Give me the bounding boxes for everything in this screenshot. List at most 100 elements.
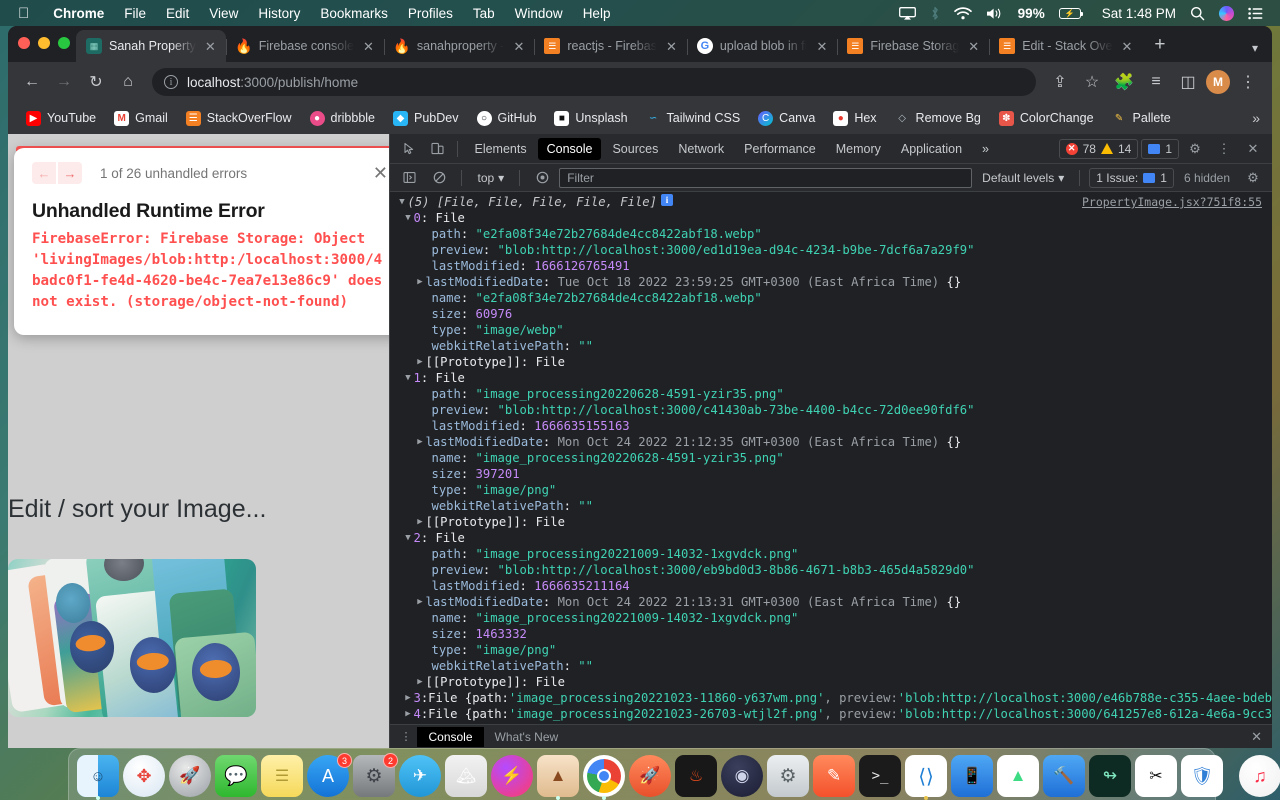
tab-close-icon[interactable]: ✕ (203, 38, 218, 55)
close-icon[interactable]: ✕ (1251, 729, 1272, 745)
more-tabs-icon[interactable]: » (973, 138, 998, 160)
arrow-right-icon[interactable]: → (58, 162, 82, 184)
disclosure-triangle-icon[interactable]: ▶ (414, 514, 425, 530)
console-object-row[interactable]: ▼ 2: File (390, 530, 1272, 546)
menu-item-tab[interactable]: Tab (463, 6, 505, 21)
tab-sources[interactable]: Sources (603, 138, 667, 160)
menu-item-chrome[interactable]: Chrome (43, 6, 114, 21)
disclosure-triangle-icon[interactable]: ▶ (402, 706, 413, 722)
console-prop-row[interactable]: ▶ lastModifiedDate: Mon Oct 24 2022 21:13… (390, 594, 1272, 610)
siri-icon[interactable] (1212, 5, 1241, 21)
home-icon[interactable]: ⌂ (114, 68, 142, 96)
drawer-tab-whats-new[interactable]: What's New (484, 727, 570, 747)
figma-icon[interactable]: ♨ (675, 755, 717, 797)
menubar-clock[interactable]: Sat 1:48 PM (1088, 6, 1183, 21)
bookmark-unsplash[interactable]: ■ Unsplash (546, 107, 635, 130)
apple-icon[interactable]:  (18, 6, 29, 21)
tab-firebase-console[interactable]: 🔥 Firebase console ✕ (225, 30, 384, 62)
telegram-icon[interactable]: ✈ (399, 755, 441, 797)
disclosure-triangle-icon[interactable]: ▶ (414, 354, 425, 370)
new-tab-button[interactable]: + (1142, 34, 1177, 62)
tab-sanahproperty[interactable]: 🔥 sanahproperty - ✕ (383, 30, 534, 62)
android-studio-icon[interactable]: ▲ (997, 755, 1039, 797)
disclosure-triangle-icon[interactable]: ▶ (414, 594, 425, 610)
reading-list-icon[interactable]: ≡ (1142, 68, 1170, 96)
tab-memory[interactable]: Memory (827, 138, 890, 160)
close-icon[interactable]: ✕ (1240, 137, 1266, 161)
source-link[interactable]: PropertyImage.jsx?751f8:55 (1082, 194, 1262, 210)
airplay-icon[interactable] (892, 6, 923, 20)
tab-performance[interactable]: Performance (735, 138, 825, 160)
tab-console[interactable]: Console (537, 137, 602, 160)
disclosure-triangle-icon[interactable]: ▶ (414, 434, 425, 450)
address-bar[interactable]: i localhost:3000/publish/home (152, 68, 1036, 96)
tab-close-icon[interactable]: ✕ (664, 38, 679, 55)
info-badge-icon[interactable]: i (660, 194, 673, 206)
star-icon[interactable]: ☆ (1078, 68, 1106, 96)
vscode-icon[interactable]: ⟨⟩ (905, 755, 947, 800)
maximize-window-button[interactable] (58, 37, 70, 49)
live-expression-icon[interactable] (529, 166, 555, 190)
gear-icon[interactable]: ⚙ (1240, 166, 1266, 190)
volume-icon[interactable] (979, 7, 1011, 20)
menu-item-file[interactable]: File (114, 6, 156, 21)
system-settings-icon[interactable]: ⚙ 2 (353, 753, 398, 797)
close-icon[interactable]: ✕ (373, 164, 388, 182)
console-object-row[interactable]: ▶ 3: File {path: 'image_processing2022102… (390, 690, 1272, 706)
back-arrow-icon[interactable]: ← (18, 68, 46, 96)
drawer-tab-console[interactable]: Console (417, 726, 484, 747)
menu-item-profiles[interactable]: Profiles (398, 6, 463, 21)
bookmark-pubdev[interactable]: ◆ PubDev (385, 107, 466, 130)
menu-item-help[interactable]: Help (573, 6, 621, 21)
tab-close-icon[interactable]: ✕ (814, 38, 829, 55)
tab-firebase-storage[interactable]: ☰ Firebase Storag ✕ (837, 30, 989, 62)
issues-badge[interactable]: 1 Issue: 1 (1089, 167, 1174, 188)
reload-icon[interactable]: ↻ (82, 68, 110, 96)
disclosure-triangle-icon[interactable]: ▼ (402, 370, 413, 386)
tab-application[interactable]: Application (892, 138, 971, 160)
messenger-icon[interactable]: ⚡ (491, 755, 533, 797)
sketch-icon[interactable]: ✎ (813, 755, 855, 797)
bookmark-youtube[interactable]: ▶ YouTube (18, 107, 104, 130)
close-window-button[interactable] (18, 37, 30, 49)
tab-sanah-property[interactable]: ▦ Sanah Property ✕ (76, 30, 226, 62)
control-center-icon[interactable] (1241, 7, 1270, 20)
notes-icon[interactable]: ☰ (261, 755, 303, 797)
console-prop-row[interactable]: ▶ [[Prototype]]: File (390, 354, 1272, 370)
bookmark-removebg[interactable]: ◇ Remove Bg (887, 107, 989, 130)
capcut-icon[interactable]: ✂ (1135, 755, 1177, 797)
menu-item-bookmarks[interactable]: Bookmarks (310, 6, 398, 21)
console-prop-row[interactable]: ▶ [[Prototype]]: File (390, 514, 1272, 530)
menu-item-view[interactable]: View (199, 6, 248, 21)
console-object-row[interactable]: ▼ 0: File (390, 210, 1272, 226)
tab-close-icon[interactable]: ✕ (1120, 38, 1135, 55)
console-prop-row[interactable]: ▶ [[Prototype]]: File (390, 674, 1272, 690)
message-count-box[interactable]: 1 (1141, 138, 1179, 159)
xcode-simulator-icon[interactable]: 📱 (951, 755, 993, 797)
kebab-menu-icon[interactable]: ⋮ (1211, 137, 1237, 161)
bookmark-github[interactable]: ○ GitHub (469, 107, 545, 130)
execution-context-selector[interactable]: top ▾ (471, 169, 510, 187)
disclosure-triangle-icon[interactable]: ▶ (414, 274, 425, 290)
app-store-icon[interactable]: A 3 (307, 753, 352, 797)
tab-network[interactable]: Network (669, 138, 733, 160)
share-icon[interactable]: ⇪ (1046, 68, 1074, 96)
tab-upload-blob[interactable]: G upload blob in fi ✕ (686, 30, 837, 62)
bookmark-colorchange[interactable]: ✽ ColorChange (991, 107, 1102, 130)
disclosure-triangle-icon[interactable]: ▶ (402, 690, 413, 706)
issue-counts[interactable]: ✕ 78 14 (1058, 138, 1139, 159)
chrome-icon[interactable] (583, 755, 625, 800)
bookmark-pallete[interactable]: ✎ Pallete (1104, 107, 1179, 130)
console-object-row[interactable]: ▶ 4: File {path: 'image_processing2022102… (390, 706, 1272, 722)
tab-reactjs-firebase[interactable]: ☰ reactjs - Firebas ✕ (534, 30, 687, 62)
kebab-menu-icon[interactable]: ⋮ (1234, 68, 1262, 96)
hyper-icon[interactable]: ↬ (1089, 755, 1131, 797)
bookmark-tailwind[interactable]: ∽ Tailwind CSS (638, 107, 749, 130)
bluetooth-icon[interactable] (923, 6, 947, 21)
filter-input[interactable]: Filter (559, 167, 973, 188)
finder-icon[interactable]: ☺ (77, 755, 119, 800)
drawer-menu-icon[interactable]: ⋮ (394, 730, 417, 743)
shield-vpn-icon[interactable]: 🛡 (1181, 755, 1223, 797)
disclosure-triangle-icon[interactable]: ▼ (396, 194, 407, 210)
site-info-icon[interactable]: i (164, 75, 178, 89)
